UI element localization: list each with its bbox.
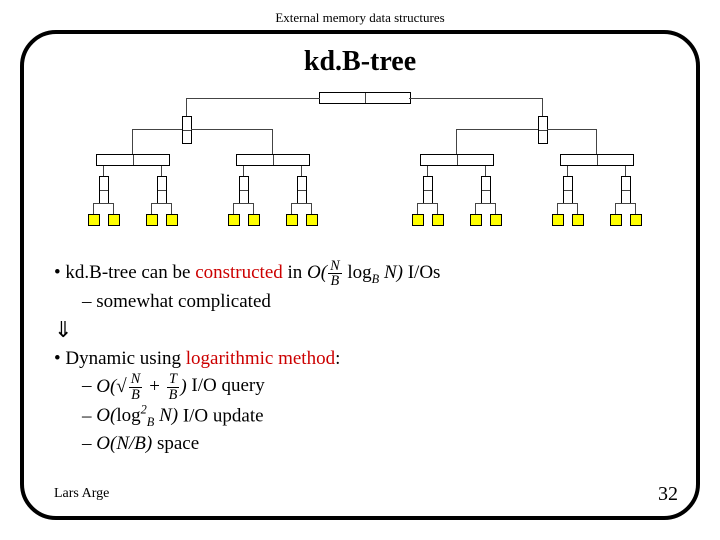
sub-bullet-1: – somewhat complicated <box>54 289 666 316</box>
bullet1-suffix: I/Os <box>403 262 440 283</box>
bullet1-prefix: kd.B-tree can be <box>65 262 195 283</box>
sub1-text: somewhat complicated <box>96 291 271 312</box>
space-n: N <box>116 433 129 454</box>
big-o-s: O <box>96 433 110 454</box>
slide-frame: kd.B-tree <box>20 30 700 520</box>
qtb: B <box>167 388 180 402</box>
log-u: log <box>116 405 140 426</box>
slide-content: • kd.B-tree can be constructed in O(NB l… <box>54 259 666 458</box>
down-arrow: ⇓ <box>54 315 666 346</box>
footer-author: Lars Arge <box>54 486 109 502</box>
slide-title: kd.B-tree <box>24 46 696 78</box>
big-o-u: O <box>96 405 110 426</box>
qt: T <box>167 372 180 387</box>
qb: B <box>129 388 143 402</box>
log-arg: N <box>384 262 397 283</box>
tree-diagram <box>64 92 664 242</box>
bullet1-mid: in <box>283 262 307 283</box>
log-base: B <box>372 272 380 286</box>
frac-num: N <box>328 259 342 274</box>
bullet-1: • kd.B-tree can be constructed in O(NB l… <box>54 259 666 289</box>
big-o: O <box>307 262 321 283</box>
sub2a-suffix: I/O query <box>187 376 265 397</box>
bullet2-highlight: logarithmic method <box>186 348 335 369</box>
space-cost: O(N/B) <box>96 433 152 454</box>
update-cost: O(log2B N) <box>96 405 178 426</box>
qn: N <box>129 372 143 387</box>
sub2b-suffix: I/O update <box>178 405 263 426</box>
log-un: N <box>159 405 172 426</box>
bullet1-highlight: constructed <box>195 262 283 283</box>
space-b: B <box>134 433 146 454</box>
bullet-2: • Dynamic using logarithmic method: <box>54 346 666 373</box>
sub-bullet-2c: – O(N/B) space <box>54 431 666 458</box>
construction-cost: O(NB logB N) <box>307 262 403 283</box>
query-cost: O(√NB + TB) <box>96 376 186 397</box>
sub2c-suffix: space <box>152 433 199 454</box>
big-o-q: O <box>96 376 110 397</box>
bullet2-suffix: : <box>335 348 340 369</box>
bullet2-prefix: Dynamic using <box>65 348 185 369</box>
log: log <box>347 262 371 283</box>
sub-bullet-2b: – O(log2B N) I/O update <box>54 402 666 431</box>
course-header: External memory data structures <box>0 10 720 26</box>
footer-page-number: 32 <box>658 483 678 506</box>
log-ub: B <box>147 415 155 429</box>
sub-bullet-2a: – O(√NB + TB) I/O query <box>54 372 666 402</box>
frac-den: B <box>328 274 342 288</box>
